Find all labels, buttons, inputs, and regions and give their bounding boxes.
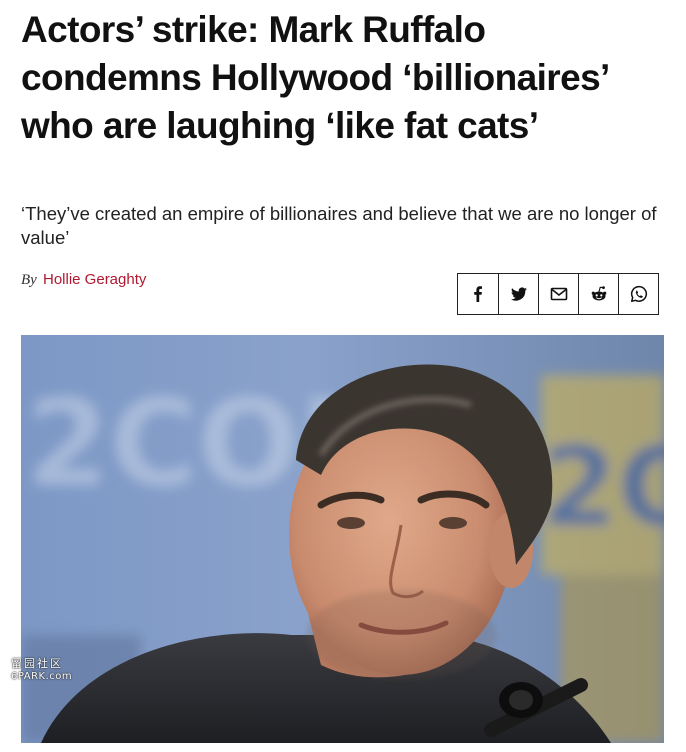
byline: By Hollie Geraghty xyxy=(21,271,146,289)
article-standfirst: ‘They’ve created an empire of billionair… xyxy=(21,203,657,248)
portrait-image: 2CON 2C xyxy=(21,335,664,743)
author-link[interactable]: Hollie Geraghty xyxy=(43,271,146,288)
share-whatsapp-button[interactable] xyxy=(618,274,658,314)
share-email-button[interactable] xyxy=(538,274,578,314)
site-watermark: 留园社区 6PARK.com xyxy=(11,657,72,683)
watermark-chinese: 留园社区 xyxy=(11,657,63,670)
watermark-latin: 6PARK.com xyxy=(11,671,73,682)
facebook-icon xyxy=(474,286,482,302)
byline-prefix: By xyxy=(21,272,37,288)
reddit-icon xyxy=(591,286,606,301)
share-twitter-button[interactable] xyxy=(498,274,538,314)
svg-text:2C: 2C xyxy=(541,423,664,551)
share-bar xyxy=(457,273,659,315)
share-facebook-button[interactable] xyxy=(458,274,498,314)
email-icon xyxy=(550,287,567,301)
whatsapp-icon xyxy=(630,285,647,303)
share-reddit-button[interactable] xyxy=(578,274,618,314)
twitter-icon xyxy=(510,287,527,301)
article-hero-photo: 2CON 2C xyxy=(21,335,664,743)
article-headline: Actors’ strike: Mark Ruffalo condemns Ho… xyxy=(21,9,608,146)
